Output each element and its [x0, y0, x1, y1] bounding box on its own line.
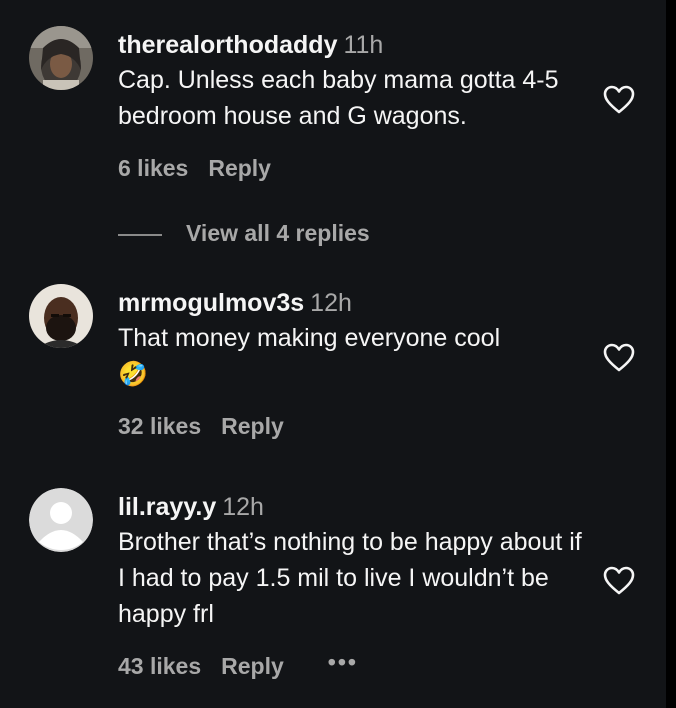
divider-line	[118, 233, 162, 236]
username[interactable]: mrmogulmov3s	[118, 289, 304, 317]
view-replies-label[interactable]: View all 4 replies	[186, 220, 370, 246]
comment-header: therealorthodaddy 11h	[118, 30, 383, 60]
avatar[interactable]	[29, 284, 93, 348]
comment-meta: 43 likes Reply •••	[118, 649, 358, 680]
comment-header: lil.rayy.y 12h	[118, 492, 264, 522]
likes-count[interactable]: 32 likes	[118, 413, 201, 439]
reply-button[interactable]: Reply	[221, 653, 284, 679]
view-replies-button[interactable]: View all 4 replies	[118, 220, 370, 250]
comment-text-content: That money making everyone cool	[118, 324, 501, 352]
avatar[interactable]	[29, 26, 93, 90]
timestamp: 12h	[310, 289, 352, 317]
reply-button[interactable]: Reply	[208, 155, 271, 181]
likes-count[interactable]: 43 likes	[118, 653, 201, 679]
timestamp: 12h	[222, 493, 264, 521]
timestamp: 11h	[343, 31, 384, 59]
heart-outline-icon[interactable]	[603, 85, 635, 115]
comments-panel: therealorthodaddy 11h Cap. Unless each ba…	[0, 0, 666, 708]
laughing-emoji: 🤣	[118, 360, 148, 388]
comment-text: Brother that’s nothing to be happy about…	[118, 528, 582, 628]
username[interactable]: lil.rayy.y	[118, 493, 216, 521]
heart-outline-icon[interactable]	[603, 566, 635, 596]
more-options-icon[interactable]: •••	[328, 649, 358, 675]
heart-outline-icon[interactable]	[603, 343, 635, 373]
reply-button[interactable]: Reply	[221, 413, 284, 439]
username[interactable]: therealorthodaddy	[118, 31, 337, 59]
comment-text: Cap. Unless each baby mama gotta 4-5 bed…	[118, 66, 559, 130]
comment-text: That money making everyone cool 🤣	[118, 320, 588, 392]
comment-meta: 6 likes Reply	[118, 154, 271, 182]
likes-count[interactable]: 6 likes	[118, 155, 188, 181]
comment-header: mrmogulmov3s 12h	[118, 288, 352, 318]
avatar[interactable]	[29, 488, 93, 552]
comment-meta: 32 likes Reply	[118, 412, 284, 440]
